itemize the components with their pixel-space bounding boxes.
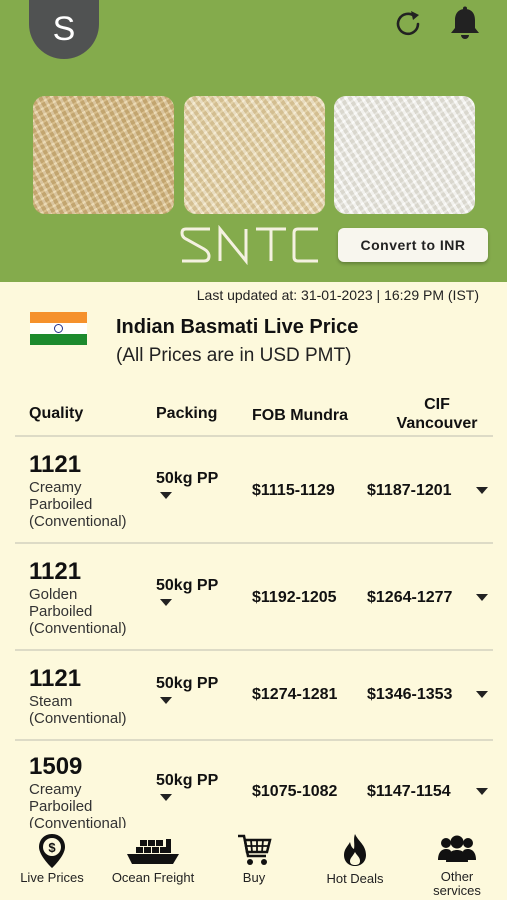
rice-description: Steam (Conventional) xyxy=(29,693,159,727)
header-cif-line2: Vancouver xyxy=(396,415,478,432)
table-row[interactable]: 1509 Creamy Parboiled (Conventional) 50k… xyxy=(15,739,493,828)
cart-icon xyxy=(238,834,272,865)
nav-live-prices[interactable]: $ Live Prices xyxy=(8,828,96,900)
rice-description: Creamy Parboiled (Conventional) xyxy=(29,479,159,530)
grade: 1121 xyxy=(29,451,82,478)
desc-line: Parboiled xyxy=(29,603,93,620)
header-cif-vancouver[interactable]: CIF Vancouver xyxy=(387,395,487,433)
packing-value[interactable]: 50kg PP xyxy=(156,577,218,595)
rice-image-steam xyxy=(334,96,475,214)
nav-label-line: services xyxy=(433,883,481,898)
cif-price: $1187-1201 xyxy=(367,482,452,499)
price-table[interactable]: 1121 Creamy Parboiled (Conventional) 50k… xyxy=(0,435,507,828)
desc-line: Creamy xyxy=(29,781,82,798)
avatar-letter: S xyxy=(52,10,76,48)
cif-price: $1147-1154 xyxy=(367,783,451,800)
nav-label-line: Other xyxy=(440,869,474,884)
desc-line: Creamy xyxy=(29,479,82,496)
nav-hot-deals[interactable]: Hot Deals xyxy=(312,828,398,900)
cif-dropdown-icon[interactable] xyxy=(476,594,488,601)
sntc-logo xyxy=(180,225,318,265)
grade: 1121 xyxy=(29,665,82,692)
last-updated-text: Last updated at: 31-01-2023 | 16:29 PM (… xyxy=(196,287,479,303)
packing-value[interactable]: 50kg PP xyxy=(156,772,218,790)
page-subtitle: (All Prices are in USD PMT) xyxy=(116,345,352,366)
desc-line: Golden xyxy=(29,586,78,603)
packing-value[interactable]: 50kg PP xyxy=(156,470,218,488)
table-row[interactable]: 1121 Golden Parboiled (Conventional) 50k… xyxy=(15,542,493,649)
fob-price: $1192-1205 xyxy=(252,589,337,606)
refresh-icon[interactable] xyxy=(390,6,426,42)
header-fob-mundra: FOB Mundra xyxy=(252,407,348,424)
cif-dropdown-icon[interactable] xyxy=(476,788,488,795)
dollar-pin-icon: $ xyxy=(39,834,65,868)
page-title: Indian Basmati Live Price xyxy=(116,316,359,338)
grade: 1509 xyxy=(29,753,83,780)
fob-price: $1075-1082 xyxy=(252,783,338,800)
nav-label: Live Prices xyxy=(20,870,84,885)
packing-dropdown-icon[interactable] xyxy=(160,599,172,606)
nav-buy[interactable]: Buy xyxy=(212,828,296,900)
cif-price: $1264-1277 xyxy=(367,589,453,606)
nav-ocean-freight[interactable]: Ocean Freight xyxy=(104,828,202,900)
ship-icon xyxy=(127,839,179,864)
desc-line: (Conventional) xyxy=(29,815,127,828)
fob-price: $1115-1129 xyxy=(252,482,335,499)
bell-icon[interactable] xyxy=(446,4,484,42)
people-icon xyxy=(438,835,476,862)
nav-label: Hot Deals xyxy=(326,871,384,886)
cif-dropdown-icon[interactable] xyxy=(476,487,488,494)
table-row[interactable]: 1121 Creamy Parboiled (Conventional) 50k… xyxy=(15,435,493,542)
fire-icon xyxy=(344,834,366,866)
packing-dropdown-icon[interactable] xyxy=(160,697,172,704)
app-header: S Convert to INR xyxy=(0,0,507,282)
cif-price: $1346-1353 xyxy=(367,686,453,703)
packing-dropdown-icon[interactable] xyxy=(160,794,172,801)
header-packing: Packing xyxy=(156,405,218,422)
desc-line: Steam xyxy=(29,693,73,710)
desc-line: Parboiled xyxy=(29,798,93,815)
table-row[interactable]: 1121 Steam (Conventional) 50kg PP $1274-… xyxy=(15,649,493,739)
desc-line: (Conventional) xyxy=(29,620,127,637)
rice-image-1121-golden xyxy=(184,96,325,214)
nav-label: Ocean Freight xyxy=(111,870,195,885)
bottom-nav: $ Live Prices Ocean Freight Buy Hot Deal… xyxy=(0,828,507,900)
desc-line: (Conventional) xyxy=(29,513,127,530)
desc-line: (Conventional) xyxy=(29,710,127,727)
india-flag-icon xyxy=(30,312,87,345)
convert-to-inr-button[interactable]: Convert to INR xyxy=(338,228,488,262)
header-quality: Quality xyxy=(29,405,84,422)
rice-description: Creamy Parboiled (Conventional) xyxy=(29,781,159,828)
header-cif-line1: CIF xyxy=(424,396,450,413)
grade: 1121 xyxy=(29,558,82,585)
cif-dropdown-icon[interactable] xyxy=(476,691,488,698)
nav-other-services[interactable]: Other services xyxy=(414,828,500,900)
avatar[interactable]: S xyxy=(29,0,99,59)
nav-label: Buy xyxy=(242,870,266,885)
rice-image-1121-creamy xyxy=(33,96,174,214)
nav-label-multiline: Other services xyxy=(414,870,500,898)
fob-price: $1274-1281 xyxy=(252,686,338,703)
packing-value[interactable]: 50kg PP xyxy=(156,675,218,693)
desc-line: Parboiled xyxy=(29,496,93,513)
svg-text:$: $ xyxy=(48,840,56,855)
packing-dropdown-icon[interactable] xyxy=(160,492,172,499)
rice-description: Golden Parboiled (Conventional) xyxy=(29,586,159,637)
